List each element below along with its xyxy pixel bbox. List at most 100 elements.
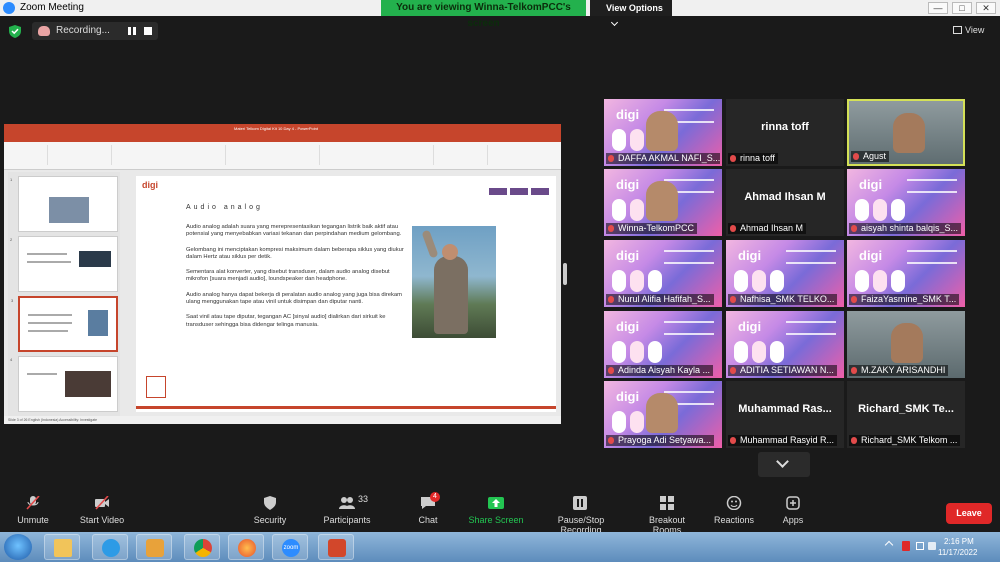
grid-view-icon <box>953 26 962 34</box>
maximize-button[interactable]: □ <box>952 2 972 14</box>
muted-mic-icon <box>851 296 857 303</box>
participant-tile[interactable]: digi Adinda Aisyah Kayla ... <box>604 311 722 378</box>
participant-name: Agust <box>863 151 887 161</box>
apps-button[interactable]: Apps <box>778 496 808 525</box>
participant-tile[interactable]: digi Prayoga Adi Setyawa... <box>604 381 722 448</box>
participant-tile[interactable]: digi aisyah shinta balqis_S... <box>847 169 965 236</box>
participant-name-label: Adinda Aisyah Kayla ... <box>606 365 714 376</box>
show-hidden-icons-icon[interactable] <box>884 540 894 550</box>
participant-tile[interactable]: digi Nafhisa_SMK TELKO... <box>726 240 844 307</box>
close-window-button[interactable]: ✕ <box>976 2 996 14</box>
participant-tile[interactable]: digi Winna-TelkomPCC <box>604 169 722 236</box>
participants-button[interactable]: 33 Participants <box>322 494 372 525</box>
thumbnail-image <box>79 251 111 267</box>
thumbnail-line <box>27 253 67 255</box>
security-shield-icon[interactable] <box>9 25 21 38</box>
participant-name-label: Muhammad Rasyid R... <box>728 435 838 446</box>
muted-mic-icon <box>730 225 736 232</box>
pause-stop-icon <box>573 496 587 510</box>
taskbar-chrome[interactable] <box>184 534 220 560</box>
share-resize-handle[interactable] <box>563 263 567 285</box>
participant-tile[interactable]: digi Nurul Alifia Hafifah_S... <box>604 240 722 307</box>
chrome-icon <box>194 539 212 557</box>
muted-mic-icon <box>608 437 614 444</box>
apps-icon <box>786 496 800 510</box>
clock-date[interactable]: 11/17/2022 <box>938 548 977 557</box>
participant-tile[interactable]: Muhammad Ras... Muhammad Rasyid R... <box>726 381 844 448</box>
participant-name: Nurul Alifia Hafifah_S... <box>618 294 711 304</box>
notification-flag-icon[interactable] <box>902 541 910 551</box>
participant-video-face <box>646 111 678 151</box>
participant-video-face <box>893 113 925 153</box>
participant-name-label: Ahmad Ihsan M <box>728 223 807 234</box>
slide-paragraph: Gelombang ini menciptakan kompresi maksi… <box>186 246 404 260</box>
slide-thumbnail-selected: 3 <box>11 296 118 352</box>
thumbnail-line <box>27 261 71 263</box>
reactions-button[interactable]: Reactions <box>712 496 756 525</box>
taskbar-powerpoint[interactable] <box>318 534 354 560</box>
taskbar-firefox[interactable] <box>228 534 264 560</box>
firefox-icon <box>238 539 256 557</box>
muted-microphone-icon <box>26 496 40 510</box>
slide-paragraph: Audio analog hanya dapat bekerja di pera… <box>186 291 402 306</box>
taskbar-file-explorer[interactable] <box>44 534 80 560</box>
participant-tile[interactable]: Richard_SMK Te... Richard_SMK Telkom ... <box>847 381 965 448</box>
zoom-logo-icon <box>3 2 15 14</box>
participant-tile[interactable]: rinna toff rinna toff <box>726 99 844 166</box>
stop-recording-icon[interactable] <box>144 27 152 35</box>
pause-recording-icon[interactable] <box>128 27 136 35</box>
participant-name-label: DAFFA AKMAL NAFI_S... <box>606 153 720 164</box>
leave-meeting-button[interactable]: Leave <box>946 503 992 524</box>
person-shape <box>434 256 468 334</box>
thumbnail-line <box>28 322 72 324</box>
windows-start-button[interactable] <box>4 534 32 560</box>
participant-name: ADITIA SETIAWAN N... <box>740 365 834 375</box>
muted-mic-icon <box>851 437 857 444</box>
recording-indicator: Recording... <box>32 22 158 40</box>
breakout-rooms-button[interactable]: Breakout Rooms <box>634 496 700 535</box>
ppt-ribbon-group <box>438 145 488 165</box>
volume-icon[interactable] <box>928 542 936 550</box>
participant-name-label: M.ZAKY ARISANDHI <box>849 365 949 376</box>
minimize-button[interactable]: — <box>928 2 948 14</box>
gallery-next-page-button[interactable] <box>758 452 810 477</box>
pause-stop-recording-button[interactable]: Pause/Stop Recording <box>536 496 626 535</box>
participant-tile[interactable]: digi FaizaYasmine_SMK T... <box>847 240 965 307</box>
clock-time[interactable]: 2:16 PM <box>944 537 974 546</box>
participant-display-name: Muhammad Ras... <box>738 403 832 415</box>
taskbar-zoom[interactable]: zoom <box>272 534 308 560</box>
view-options-button[interactable]: View Options <box>590 0 672 27</box>
taskbar-media-player[interactable] <box>136 534 172 560</box>
participant-tile[interactable]: digi DAFFA AKMAL NAFI_S... <box>604 99 722 166</box>
participant-tile[interactable]: Ahmad Ihsan M Ahmad Ihsan M <box>726 169 844 236</box>
participant-tile[interactable]: M.ZAKY ARISANDHI <box>847 311 965 378</box>
ppt-ribbon-tabs: File Home Insert Design Transitions Anim… <box>4 134 561 148</box>
slide-thumbnail: 4 <box>10 356 118 412</box>
security-button[interactable]: Security <box>250 496 290 525</box>
recording-cloud-icon <box>38 26 50 36</box>
boom-microphone-shape <box>421 229 439 259</box>
share-screen-button[interactable]: Share Screen <box>468 496 524 525</box>
slide-footer-logo <box>146 376 166 398</box>
ppt-ribbon <box>4 142 561 170</box>
muted-mic-icon <box>730 367 736 374</box>
participants-icon <box>339 497 355 509</box>
participant-name: M.ZAKY ARISANDHI <box>861 365 946 375</box>
start-video-button[interactable]: Start Video <box>78 496 126 525</box>
thumbnail-image <box>49 197 89 223</box>
view-label: View <box>965 25 985 35</box>
slide-photo-sound-recordist <box>412 226 496 338</box>
participant-tile[interactable]: Agust <box>847 99 965 166</box>
participant-name: FaizaYasmine_SMK T... <box>861 294 957 304</box>
network-icon[interactable] <box>916 542 924 550</box>
taskbar-internet-explorer[interactable] <box>92 534 128 560</box>
participant-name: Winna-TelkomPCC <box>618 223 695 233</box>
thumbnail-line <box>28 314 72 316</box>
start-video-label: Start Video <box>79 515 125 525</box>
participant-tile[interactable]: digi ADITIA SETIAWAN N... <box>726 311 844 378</box>
view-button[interactable]: View <box>953 25 984 35</box>
chat-button[interactable]: 4 Chat <box>414 492 442 525</box>
system-tray: 2:16 PM 11/17/2022 <box>880 534 998 560</box>
unmute-button[interactable]: Unmute <box>14 496 52 525</box>
participant-name: DAFFA AKMAL NAFI_S... <box>618 153 720 163</box>
